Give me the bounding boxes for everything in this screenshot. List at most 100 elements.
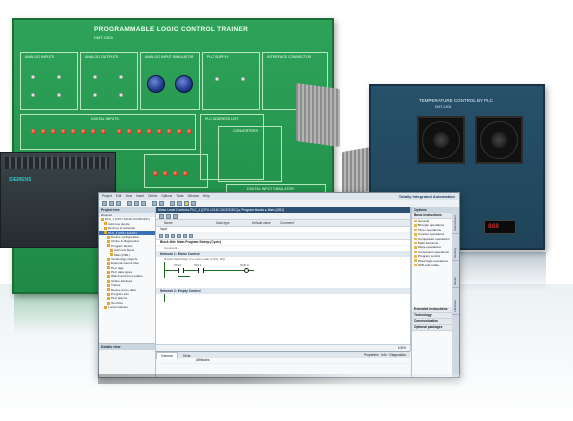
save-project-icon[interactable] [116, 201, 121, 206]
side-tab-tasks[interactable]: Tasks [452, 261, 459, 288]
task-card-instructions: Options Basic instructions General Bit l… [411, 207, 454, 377]
editor-toolbar [156, 213, 410, 220]
side-tab-strip: Instructions Testing Tasks Libraries [452, 207, 459, 377]
product-photo-scene: PROGRAMMABLE LOGIC CONTROL TRAINER DMT-1… [0, 0, 573, 421]
contact-stop[interactable] [198, 268, 204, 273]
menu-project[interactable]: Project [102, 193, 112, 200]
undo-icon[interactable] [152, 201, 157, 206]
jack [119, 75, 123, 79]
jack [57, 93, 61, 97]
led [147, 129, 152, 134]
inspector-attributes: Attributes [156, 358, 410, 364]
led [41, 129, 46, 134]
potentiometer-knob [175, 75, 193, 93]
terminal-block [5, 157, 109, 169]
jack [215, 77, 219, 81]
menu-edit[interactable]: Edit [116, 193, 122, 200]
insert-network-icon[interactable] [159, 214, 164, 219]
interface-table-header: Name Data type Default value Comment [156, 220, 410, 227]
ladder-rung-2[interactable] [164, 294, 410, 302]
project-tree: Project tree Devices PLC_1 [CPU 1214C DC… [99, 207, 156, 377]
led [177, 129, 182, 134]
board-model: DMT-1303 [94, 35, 113, 40]
coil-icon[interactable] [171, 234, 175, 238]
led [163, 171, 168, 176]
go-offline-icon[interactable] [191, 201, 196, 206]
menu-online[interactable]: Online [148, 193, 157, 200]
col-datatype: Data type [216, 221, 230, 225]
side-tab-instructions[interactable]: Instructions [452, 207, 459, 234]
ladder-rung-1-spacer [164, 278, 410, 288]
new-project-icon[interactable] [102, 201, 107, 206]
section-label: ANALOG OUTPUTS [85, 55, 119, 59]
temperature-unit-title: TEMPERATURE CONTROL BY PLC [419, 98, 493, 103]
contact-no-icon[interactable] [159, 234, 163, 238]
plc-logo: SIEMENS [9, 177, 32, 183]
section-label: ANALOG INPUTS [25, 55, 55, 59]
temperature-display: 888 [484, 220, 516, 234]
section-analog-simulator: ANALOG INPUT SIMULATOR [140, 52, 200, 110]
col-comment: Comment [280, 221, 294, 225]
parallel-branch-wire [178, 276, 190, 277]
led [61, 129, 66, 134]
copy-icon[interactable] [134, 201, 139, 206]
led [183, 171, 188, 176]
section-plc-outputs-leds [144, 154, 208, 188]
power-rail [164, 294, 165, 302]
menu-window[interactable]: Window [188, 193, 199, 200]
menu-tools[interactable]: Tools [176, 193, 183, 200]
open-branch-icon[interactable] [183, 234, 187, 238]
empty-box-icon[interactable] [177, 234, 181, 238]
open-project-icon[interactable] [109, 201, 114, 206]
coil-motor[interactable] [244, 268, 249, 273]
led [101, 129, 106, 134]
section-analog-outputs: ANALOG OUTPUTS [80, 52, 138, 110]
tree-item[interactable]: Local modules [99, 305, 155, 309]
download-icon[interactable] [177, 201, 182, 206]
led [187, 129, 192, 134]
section-analog-inputs: ANALOG INPUTS [20, 52, 78, 110]
section-optional-packages[interactable]: Optional packages [412, 325, 454, 332]
side-tab-testing[interactable]: Testing [452, 234, 459, 261]
go-online-icon[interactable] [184, 201, 189, 206]
operand-stop: %I0.1 [194, 263, 202, 267]
menu-insert[interactable]: Insert [136, 193, 144, 200]
section-label: PLC SUPPLY [207, 55, 229, 59]
section-label: DIGITAL INPUT SIMULATOR [247, 187, 294, 191]
ladder-rung-1[interactable]: %I0.0 %I0.1 %Q0.0 [164, 262, 410, 278]
led [127, 129, 132, 134]
board-reflection [14, 292, 102, 334]
paste-icon[interactable] [141, 201, 146, 206]
monitor-icon[interactable] [173, 214, 178, 219]
tia-portal-window: Project Edit View Insert Online Options … [98, 192, 460, 378]
led [173, 171, 178, 176]
compile-icon[interactable] [170, 201, 175, 206]
jack [31, 75, 35, 79]
cooling-fan-icon [475, 116, 523, 164]
details-view: Details view [99, 343, 155, 377]
section-label: PLC ADDRESS LIST [205, 117, 239, 121]
menu-help[interactable]: Help [203, 193, 210, 200]
led [91, 129, 96, 134]
section-label: ANALOG INPUT SIMULATOR [145, 55, 194, 59]
cut-icon[interactable] [127, 201, 132, 206]
ribbon-cable [296, 82, 340, 148]
delete-network-icon[interactable] [166, 214, 171, 219]
led [137, 129, 142, 134]
menu-view[interactable]: View [125, 193, 132, 200]
section-plc-supply: PLC SUPPLY [202, 52, 260, 110]
led [31, 129, 36, 134]
contact-start[interactable] [178, 268, 184, 273]
section-digital-inputs: DIGITAL INPUTS [20, 114, 196, 150]
block-title: Block title: Main Program Sweep (Cycle) [156, 240, 410, 246]
menu-options[interactable]: Options [161, 193, 172, 200]
jack [57, 75, 61, 79]
redo-icon[interactable] [159, 201, 164, 206]
col-name: Name [164, 221, 173, 225]
contact-nc-icon[interactable] [165, 234, 169, 238]
led [71, 129, 76, 134]
col-default: Default value [252, 221, 271, 225]
side-tab-libraries[interactable]: Libraries [452, 288, 459, 315]
close-branch-icon[interactable] [189, 234, 193, 238]
led [51, 129, 56, 134]
